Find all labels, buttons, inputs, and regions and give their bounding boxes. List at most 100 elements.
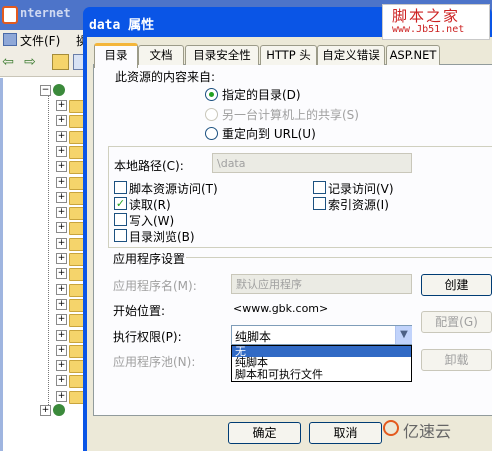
- checkbox-read[interactable]: ✓: [114, 197, 127, 210]
- tree-folder-row[interactable]: +: [56, 389, 86, 404]
- tab-custom-errors[interactable]: 自定义错误: [317, 45, 385, 65]
- tree-folder-row[interactable]: +: [56, 358, 86, 374]
- start-position-label: 开始位置:: [113, 304, 166, 318]
- watermark-logo-text: 脚本之家: [392, 7, 461, 25]
- tab-aspnet[interactable]: ASP.NET: [386, 45, 440, 65]
- website-globe-icon: [53, 84, 65, 96]
- tree-folder-row[interactable]: +: [56, 190, 86, 205]
- tab-directory[interactable]: 目录: [94, 43, 138, 68]
- checkbox-log-visits-label: 记录访问(V): [328, 182, 394, 196]
- tree-expand-icon[interactable]: +: [56, 375, 67, 387]
- tree-folder-row[interactable]: +: [56, 251, 86, 266]
- back-arrow-icon[interactable]: ⇦: [0, 54, 16, 70]
- cancel-button[interactable]: 取消: [309, 422, 382, 444]
- local-path-label: 本地路径(C):: [114, 159, 184, 173]
- website-globe-icon: [53, 404, 65, 416]
- config-button: 配置(G): [421, 311, 492, 333]
- source-label: 此资源的内容来自:: [115, 70, 216, 84]
- watermark-logo-url: www.Jb51.net: [392, 24, 465, 35]
- tree-folder-row[interactable]: +: [56, 159, 86, 175]
- window-menu-icon[interactable]: [3, 33, 17, 46]
- tree-folder-row[interactable]: +: [56, 205, 86, 221]
- tree-expand-icon[interactable]: +: [56, 314, 67, 326]
- tree-expand-icon[interactable]: +: [56, 176, 67, 188]
- radio-network-share: [205, 108, 218, 121]
- forward-arrow-icon[interactable]: ⇨: [22, 54, 38, 70]
- tree-expand-icon[interactable]: +: [56, 100, 67, 111]
- tree-expand-icon[interactable]: +: [56, 207, 67, 219]
- tree-folder-row[interactable]: +: [56, 220, 86, 236]
- chevron-down-icon[interactable]: ▼: [395, 326, 412, 344]
- tree-folder-row[interactable]: +: [56, 282, 86, 297]
- tree-folder-row[interactable]: +: [56, 98, 86, 113]
- dropdown-option-script-only[interactable]: 纯脚本: [232, 357, 411, 368]
- menu-file[interactable]: 文件(F): [20, 32, 60, 49]
- checkbox-write[interactable]: [114, 213, 127, 226]
- tree-expand-icon[interactable]: +: [56, 253, 67, 264]
- tree-collapse-icon[interactable]: −: [40, 85, 51, 96]
- tree-folder-row[interactable]: +: [56, 297, 86, 312]
- tree-guide-line: [48, 90, 49, 415]
- tree-expand-icon[interactable]: +: [56, 329, 67, 341]
- tree-expand-icon[interactable]: +: [56, 390, 67, 402]
- tree-folder-row[interactable]: +: [56, 113, 86, 129]
- tree-folder-row[interactable]: +: [56, 129, 86, 144]
- start-position-value: <www.gbk.com>: [233, 302, 329, 315]
- checkbox-directory-browsing[interactable]: [114, 229, 127, 242]
- tree-expand-icon[interactable]: +: [56, 115, 67, 127]
- create-button[interactable]: 创建: [421, 274, 492, 296]
- tree-folder-row[interactable]: +: [56, 266, 86, 282]
- tree-folder-row[interactable]: +: [56, 343, 86, 358]
- radio-specified-directory[interactable]: [205, 88, 218, 101]
- tree-expand-icon[interactable]: +: [56, 222, 67, 234]
- background-window-title: nternet: [20, 6, 71, 20]
- tree-folder-row[interactable]: +: [56, 373, 86, 389]
- local-path-field[interactable]: \data: [212, 153, 412, 173]
- app-name-label: 应用程序名(M):: [113, 279, 197, 293]
- tree-expand-icon[interactable]: +: [56, 161, 67, 173]
- ok-button[interactable]: 确定: [228, 422, 301, 444]
- app-name-field[interactable]: 默认应用程序: [231, 274, 412, 294]
- checkbox-directory-browsing-label: 目录浏览(B): [129, 230, 195, 244]
- tree-expand-icon[interactable]: +: [56, 360, 67, 372]
- radio-network-share-label: 另一台计算机上的共享(S): [222, 108, 359, 122]
- tree-expand-icon[interactable]: +: [56, 283, 67, 295]
- dialog-title: data 属性: [89, 18, 155, 33]
- tree-expand-icon[interactable]: +: [40, 405, 51, 416]
- unload-button: 卸载: [421, 349, 492, 371]
- tree-expand-icon[interactable]: +: [56, 298, 67, 310]
- app-settings-heading: 应用程序设置: [113, 252, 186, 266]
- watermark-brand: 亿速云: [403, 422, 452, 441]
- tab-directory-security[interactable]: 目录安全性: [185, 45, 259, 65]
- radio-redirect-url-label: 重定向到 URL(U): [222, 127, 316, 141]
- tree-expand-icon[interactable]: +: [56, 344, 67, 356]
- tree-expand-icon[interactable]: +: [56, 268, 67, 280]
- app-pool-label: 应用程序池(N):: [113, 355, 196, 369]
- tree-expand-icon[interactable]: +: [56, 191, 67, 203]
- tree-expand-icon[interactable]: +: [56, 145, 67, 157]
- checkbox-script-source-access-label: 脚本资源访问(T): [129, 182, 218, 196]
- tree-folder-row[interactable]: +: [56, 175, 86, 190]
- app-settings-divider: [186, 257, 492, 258]
- brand-logo-icon: [383, 420, 399, 436]
- tree-folder-row[interactable]: +: [56, 312, 86, 328]
- exec-permission-value: 纯脚本: [235, 330, 272, 344]
- checkbox-write-label: 写入(W): [129, 214, 175, 228]
- tree-expand-icon[interactable]: +: [56, 130, 67, 142]
- exec-permission-label: 执行权限(P):: [113, 330, 182, 344]
- dropdown-option-script-executable[interactable]: 脚本和可执行文件: [232, 369, 411, 380]
- checkbox-log-visits[interactable]: [313, 181, 326, 194]
- tree-expand-icon[interactable]: +: [56, 237, 67, 249]
- tree-folder-row[interactable]: +: [56, 144, 86, 159]
- tree-folder-row[interactable]: +: [56, 328, 86, 343]
- checkbox-index-resource[interactable]: [313, 197, 326, 210]
- tree-folder-row[interactable]: +: [56, 236, 86, 251]
- up-folder-icon[interactable]: [52, 54, 69, 70]
- checkbox-script-source-access[interactable]: [114, 181, 127, 194]
- radio-redirect-url[interactable]: [205, 127, 218, 140]
- tab-documents[interactable]: 文档: [138, 45, 184, 65]
- radio-specified-directory-label: 指定的目录(D): [222, 88, 301, 102]
- app-logo-icon: [2, 6, 18, 24]
- checkbox-index-resource-label: 索引资源(I): [328, 198, 389, 212]
- tab-http-headers[interactable]: HTTP 头: [260, 45, 317, 65]
